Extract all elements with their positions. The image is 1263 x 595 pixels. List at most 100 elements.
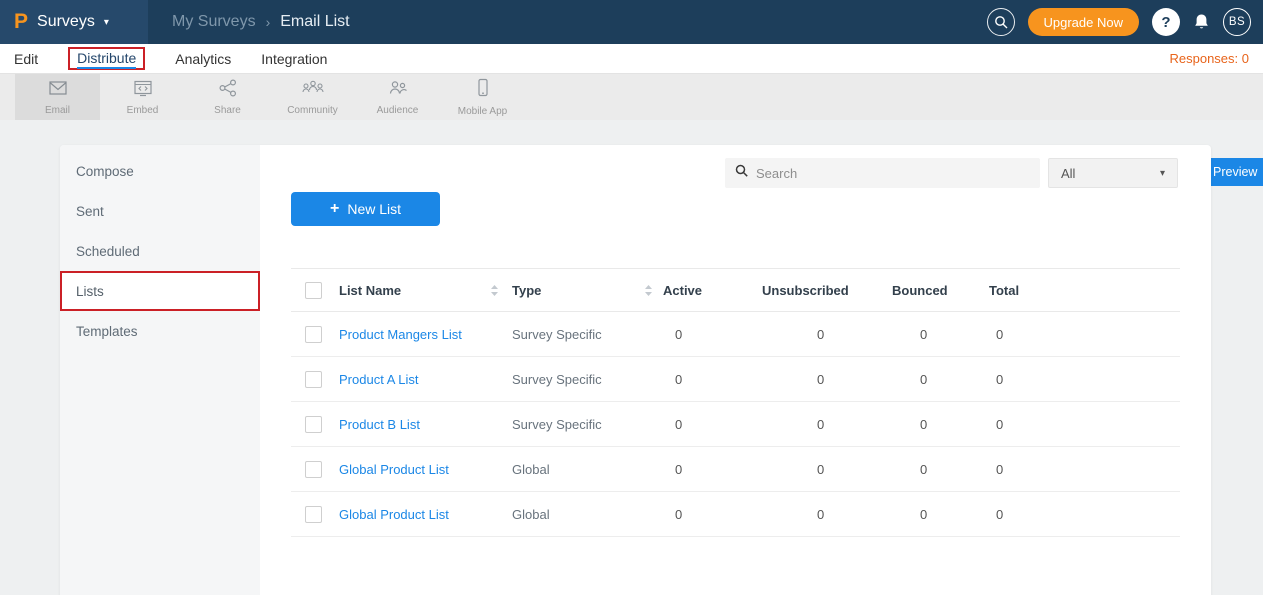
list-type: Survey Specific	[512, 372, 602, 387]
new-list-label: New List	[347, 201, 401, 217]
share-icon	[218, 79, 238, 102]
table-header-row: List Name Type Active Unsubscribed Bounc…	[291, 268, 1180, 312]
bounced-count: 0	[892, 507, 989, 522]
column-header-unsubscribed: Unsubscribed	[762, 283, 892, 298]
active-count: 0	[663, 507, 762, 522]
channel-label: Embed	[127, 105, 159, 116]
plus-icon: +	[330, 200, 339, 218]
table-row: Global Product List Global 0 0 0 0	[291, 492, 1180, 537]
list-type-filter-dropdown[interactable]: All ▾	[1048, 158, 1178, 188]
distribute-toolbar: Email Embed Share Community Audience Mob…	[0, 74, 1263, 120]
sidebar-item-templates[interactable]: Templates	[60, 311, 260, 351]
email-side-menu: Compose Sent Scheduled Lists Templates	[60, 145, 260, 595]
unsubscribed-count: 0	[762, 327, 892, 342]
sidebar-item-lists[interactable]: Lists	[60, 271, 260, 311]
search-icon	[735, 164, 748, 182]
row-checkbox[interactable]	[305, 416, 322, 433]
channel-label: Email	[45, 105, 70, 116]
column-header-active: Active	[663, 283, 762, 298]
sidebar-item-label: Lists	[76, 284, 104, 299]
list-name-link[interactable]: Product Mangers List	[339, 327, 462, 342]
notifications-bell-icon[interactable]	[1193, 13, 1210, 31]
channel-label: Community	[287, 105, 338, 116]
list-name-link[interactable]: Global Product List	[339, 462, 449, 477]
sidebar-item-label: Templates	[76, 324, 138, 339]
bounced-count: 0	[892, 327, 989, 342]
product-switcher[interactable]: P Surveys ▾	[0, 0, 148, 44]
search-icon[interactable]	[987, 8, 1015, 36]
channel-mobile-app[interactable]: Mobile App	[440, 74, 525, 120]
tab-integration[interactable]: Integration	[261, 51, 327, 67]
sidebar-item-label: Sent	[76, 204, 104, 219]
survey-nav: Edit Distribute Analytics Integration Re…	[0, 44, 1263, 74]
breadcrumb: My Surveys › Email List	[172, 13, 350, 31]
new-list-button[interactable]: + New List	[291, 192, 440, 226]
community-icon	[301, 79, 325, 102]
sidebar-item-sent[interactable]: Sent	[60, 191, 260, 231]
total-count: 0	[989, 417, 1180, 432]
channel-share[interactable]: Share	[185, 74, 270, 120]
breadcrumb-my-surveys[interactable]: My Surveys	[172, 13, 256, 31]
column-header-bounced: Bounced	[892, 283, 989, 298]
row-checkbox[interactable]	[305, 326, 322, 343]
tab-edit[interactable]: Edit	[14, 51, 38, 67]
email-icon	[47, 79, 69, 102]
header-actions: Upgrade Now ? BS	[987, 8, 1263, 36]
channel-community[interactable]: Community	[270, 74, 355, 120]
table-row: Product Mangers List Survey Specific 0 0…	[291, 312, 1180, 357]
sidebar-item-scheduled[interactable]: Scheduled	[60, 231, 260, 271]
mobile-app-icon	[476, 78, 490, 103]
row-checkbox[interactable]	[305, 371, 322, 388]
sidebar-item-label: Compose	[76, 164, 134, 179]
channel-audience[interactable]: Audience	[355, 74, 440, 120]
column-label: List Name	[339, 283, 401, 298]
list-name-link[interactable]: Product A List	[339, 372, 419, 387]
row-checkbox[interactable]	[305, 461, 322, 478]
user-avatar[interactable]: BS	[1223, 8, 1251, 36]
sort-icon[interactable]	[490, 284, 499, 297]
unsubscribed-count: 0	[762, 462, 892, 477]
channel-email[interactable]: Email	[15, 74, 100, 120]
active-count: 0	[663, 462, 762, 477]
product-label: Surveys	[37, 13, 95, 31]
list-type: Global	[512, 507, 550, 522]
table-row: Global Product List Global 0 0 0 0	[291, 447, 1180, 492]
active-count: 0	[663, 327, 762, 342]
filter-value: All	[1061, 166, 1075, 181]
active-count: 0	[663, 372, 762, 387]
responses-count[interactable]: Responses: 0	[1170, 51, 1250, 66]
lists-search-box	[725, 158, 1040, 188]
sidebar-item-compose[interactable]: Compose	[60, 151, 260, 191]
row-checkbox[interactable]	[305, 506, 322, 523]
chevron-down-icon: ▾	[104, 17, 109, 28]
help-button[interactable]: ?	[1152, 8, 1180, 36]
tab-distribute[interactable]: Distribute	[68, 47, 145, 70]
email-lists-card: Compose Sent Scheduled Lists Templates A…	[60, 145, 1211, 595]
tab-analytics[interactable]: Analytics	[175, 51, 231, 67]
column-header-type[interactable]: Type	[509, 283, 663, 298]
column-header-total: Total	[989, 283, 1180, 298]
column-label: Type	[512, 283, 541, 298]
unsubscribed-count: 0	[762, 417, 892, 432]
table-row: Product B List Survey Specific 0 0 0 0	[291, 402, 1180, 447]
tab-distribute-label: Distribute	[77, 50, 136, 69]
total-count: 0	[989, 462, 1180, 477]
select-all-checkbox[interactable]	[305, 282, 322, 299]
channel-embed[interactable]: Embed	[100, 74, 185, 120]
upgrade-now-button[interactable]: Upgrade Now	[1028, 8, 1140, 36]
chevron-down-icon: ▾	[1160, 168, 1165, 179]
lists-panel: All ▾ + New List List Name Type Active U…	[260, 145, 1211, 595]
total-count: 0	[989, 327, 1180, 342]
app-header: P Surveys ▾ My Surveys › Email List Upgr…	[0, 0, 1263, 44]
channel-label: Share	[214, 105, 241, 116]
list-name-link[interactable]: Product B List	[339, 417, 420, 432]
search-input[interactable]	[756, 166, 1030, 181]
column-header-list-name[interactable]: List Name	[337, 283, 509, 298]
list-name-link[interactable]: Global Product List	[339, 507, 449, 522]
bounced-count: 0	[892, 372, 989, 387]
breadcrumb-current: Email List	[280, 13, 349, 31]
active-count: 0	[663, 417, 762, 432]
preview-label: Preview	[1213, 165, 1257, 179]
email-lists-table: List Name Type Active Unsubscribed Bounc…	[291, 268, 1180, 537]
sort-icon[interactable]	[644, 284, 653, 297]
